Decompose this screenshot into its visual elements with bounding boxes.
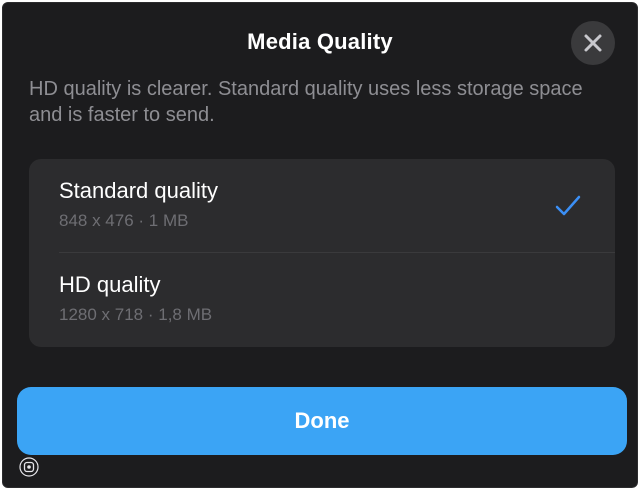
option-details: 1280 x 718 · 1,8 MB <box>59 305 213 324</box>
option-details: 848 x 476 · 1 MB <box>59 211 189 230</box>
checkmark-icon <box>555 195 581 216</box>
lens-icon[interactable] <box>19 457 39 477</box>
option-label: Standard quality <box>59 178 218 203</box>
close-button[interactable] <box>571 21 615 65</box>
done-button[interactable]: Done <box>17 387 627 455</box>
option-standard-quality[interactable]: Standard quality 848 x 476 · 1 MB <box>29 159 615 253</box>
media-quality-sheet: Media Quality HD quality is clearer. Sta… <box>2 2 638 488</box>
dialog-description: HD quality is clearer. Standard quality … <box>29 78 583 126</box>
close-icon <box>584 34 602 52</box>
dialog-title: Media Quality <box>247 29 393 54</box>
option-label: HD quality <box>59 272 161 297</box>
option-hd-quality[interactable]: HD quality 1280 x 718 · 1,8 MB <box>29 253 615 347</box>
quality-options-list: Standard quality 848 x 476 · 1 MB HD qua… <box>29 159 615 347</box>
